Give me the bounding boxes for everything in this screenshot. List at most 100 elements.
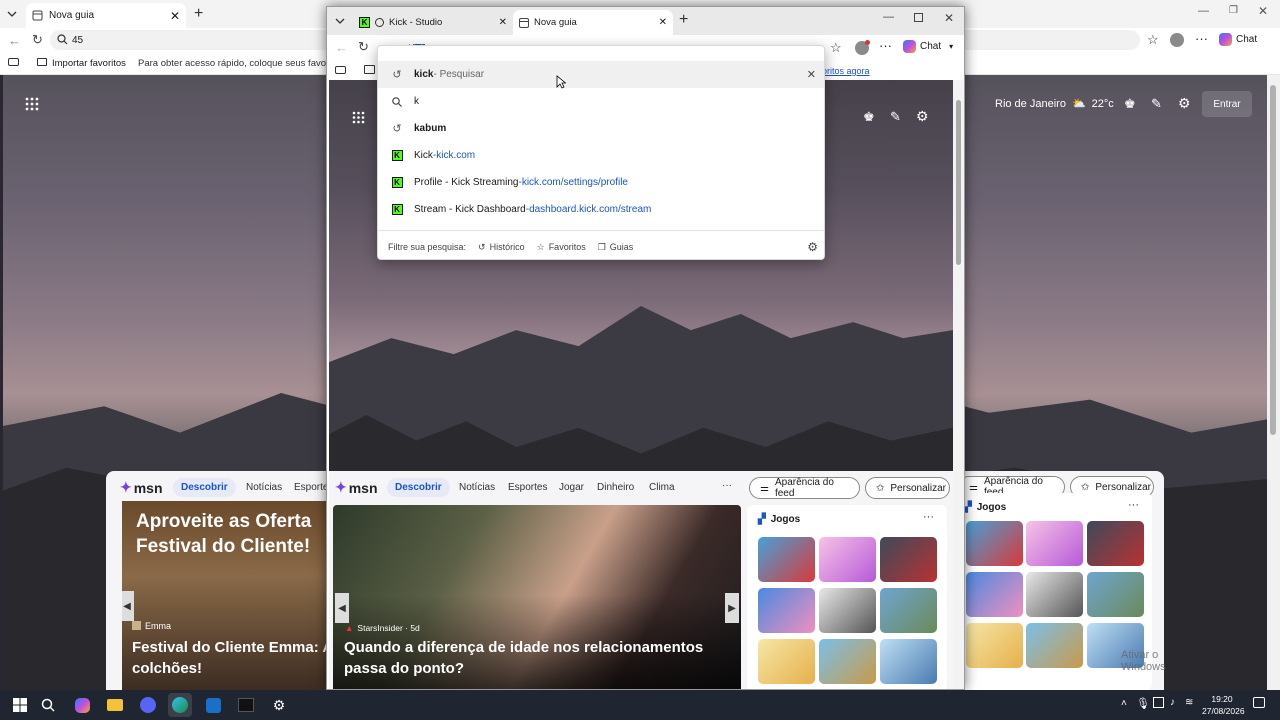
game-thumb[interactable] (966, 521, 1023, 566)
game-thumb[interactable] (819, 588, 876, 633)
bg-promo-card[interactable]: Aproveite as Oferta Festival do Cliente! … (122, 501, 332, 690)
tab-kick-studio[interactable]: K Kick - Studio ✕ (353, 10, 513, 35)
avatar[interactable] (1170, 33, 1184, 47)
msn-logo[interactable]: ✦ msn (335, 479, 378, 496)
settings-gear-icon[interactable]: ⚙ (916, 108, 929, 125)
app-taskbar-icon[interactable] (136, 693, 160, 717)
signin-button[interactable]: Entrar (1202, 91, 1252, 117)
more-icon[interactable]: ··· (879, 38, 892, 53)
nav-esportes[interactable]: Esportes (508, 482, 547, 493)
filter-tabs-button[interactable]: ❐ Guias (598, 242, 634, 253)
close-window-button[interactable]: ✕ (944, 11, 954, 25)
nav-clima[interactable]: Clima (649, 482, 675, 493)
avatar[interactable] (855, 40, 870, 55)
game-thumb[interactable] (1087, 572, 1144, 617)
notification-icon[interactable] (1253, 697, 1265, 708)
maximize-button[interactable] (914, 13, 923, 22)
bg-nav-noticias[interactable]: Notícias (246, 482, 282, 493)
tab-nova-guia[interactable]: Nova guia ✕ (513, 10, 673, 35)
feed-appearance-button[interactable]: ⚌ Aparência do feed (749, 477, 860, 499)
game-thumb[interactable] (758, 588, 815, 633)
new-tab-button[interactable]: + (679, 11, 688, 29)
settings-taskbar-icon[interactable]: ⚙ (267, 693, 291, 717)
weather-widget[interactable]: Rio de Janeiro ⛅ 22°c (995, 97, 1114, 111)
close-icon[interactable]: ✕ (659, 17, 667, 28)
suggestion-item[interactable]: ↺ kick - Pesquisar ✕ (378, 61, 824, 88)
game-thumb[interactable] (1026, 623, 1083, 668)
start-button[interactable] (8, 693, 32, 717)
game-thumb[interactable] (880, 588, 937, 633)
back-button[interactable]: ← (8, 33, 21, 48)
minimize-button[interactable]: — (883, 11, 894, 23)
suggestion-item[interactable]: ↺ kabum (378, 115, 824, 142)
edit-icon[interactable]: ✎ (1151, 96, 1162, 112)
bg-nav-descobrir[interactable]: Descobrir (173, 478, 236, 497)
game-thumb[interactable] (966, 572, 1023, 617)
clock[interactable]: 19:20 27/08/2026 (1202, 693, 1245, 717)
game-thumb[interactable] (966, 623, 1023, 668)
microphone-icon[interactable]: 🎙 (1136, 697, 1150, 710)
tab-list-icon[interactable] (6, 8, 18, 20)
new-tab-button[interactable]: + (194, 5, 203, 23)
nav-more-button[interactable]: ··· (722, 480, 732, 491)
media-taskbar-icon[interactable] (234, 693, 258, 717)
game-thumb[interactable] (880, 537, 937, 582)
scrollbar-thumb[interactable] (956, 100, 961, 265)
immersive-reader-icon[interactable] (8, 58, 19, 66)
bg-nav-esporte[interactable]: Esporte (294, 482, 328, 493)
rewards-icon[interactable]: ♚ (863, 109, 875, 125)
settings-gear-icon[interactable]: ⚙ (807, 240, 818, 254)
suggestion-item[interactable]: K Kick - kick.com (378, 142, 824, 169)
game-thumb[interactable] (758, 537, 815, 582)
close-icon[interactable]: ✕ (499, 17, 507, 28)
carousel-prev-button[interactable]: ◀ (335, 593, 349, 623)
more-icon[interactable]: ··· (1195, 31, 1208, 46)
close-icon[interactable]: ✕ (170, 9, 180, 23)
game-thumb[interactable] (1026, 572, 1083, 617)
suggestion-item[interactable]: k (378, 88, 824, 115)
filter-history-button[interactable]: ↺ Histórico (478, 242, 525, 253)
folder-icon[interactable] (364, 65, 375, 74)
game-thumb[interactable] (819, 537, 876, 582)
minimize-button[interactable]: — (1198, 5, 1209, 17)
close-window-button[interactable]: ✕ (1258, 4, 1268, 18)
nav-jogar[interactable]: Jogar (559, 482, 584, 493)
apps-grid-icon[interactable] (25, 97, 39, 111)
scrollbar-thumb[interactable] (1270, 85, 1276, 435)
apps-grid-icon[interactable] (352, 111, 365, 124)
search-icon[interactable] (36, 693, 60, 717)
edge-taskbar-icon[interactable] (168, 693, 192, 717)
bg-scrollbar[interactable] (1267, 75, 1280, 690)
nav-dinheiro[interactable]: Dinheiro (597, 482, 634, 493)
favorites-link[interactable]: oritos agora (822, 66, 870, 76)
import-favorites-link[interactable]: Importar favoritos (37, 58, 126, 69)
game-thumb[interactable] (1087, 521, 1144, 566)
favorites-star-icon[interactable]: ☆ (830, 40, 842, 56)
capture-icon[interactable] (1153, 697, 1164, 708)
tray-chevron-icon[interactable]: ˄ (1121, 698, 1127, 709)
volume-icon[interactable]: ♪ (1170, 697, 1175, 708)
suggestion-item[interactable]: K Stream - Kick Dashboard - dashboard.ki… (378, 196, 824, 223)
top-story-card[interactable]: ◀ ▶ ▲ StarsInsider · 5d Quando a diferenç… (333, 505, 741, 689)
personalize-button[interactable]: ✩ Personalizar (865, 477, 950, 499)
rewards-icon[interactable]: ♚ (1124, 96, 1136, 112)
games-more-icon[interactable]: ··· (923, 511, 934, 523)
bg-games-more-icon[interactable]: ··· (1128, 499, 1139, 511)
file-explorer-icon[interactable] (103, 693, 127, 717)
close-icon[interactable]: ✕ (807, 68, 816, 81)
wifi-icon[interactable]: ≋ (1185, 697, 1193, 708)
outlook-taskbar-icon[interactable] (201, 693, 225, 717)
game-thumb[interactable] (880, 639, 937, 684)
msn-logo[interactable]: ✦ msn (120, 479, 163, 496)
tab-list-icon[interactable] (334, 15, 346, 27)
refresh-button[interactable]: ↻ (358, 39, 369, 55)
settings-gear-icon[interactable]: ⚙ (1178, 95, 1191, 112)
edit-icon[interactable]: ✎ (890, 109, 901, 125)
immersive-reader-icon[interactable] (335, 66, 346, 74)
nav-descobrir[interactable]: Descobrir (387, 478, 450, 497)
carousel-prev-button[interactable]: ◀ (122, 591, 134, 621)
back-button[interactable]: ← (335, 40, 348, 55)
copilot-taskbar-icon[interactable] (70, 693, 94, 717)
restore-button[interactable]: ❐ (1229, 5, 1238, 16)
bg-tab-nova-guia[interactable]: Nova guia ✕ (26, 3, 186, 28)
